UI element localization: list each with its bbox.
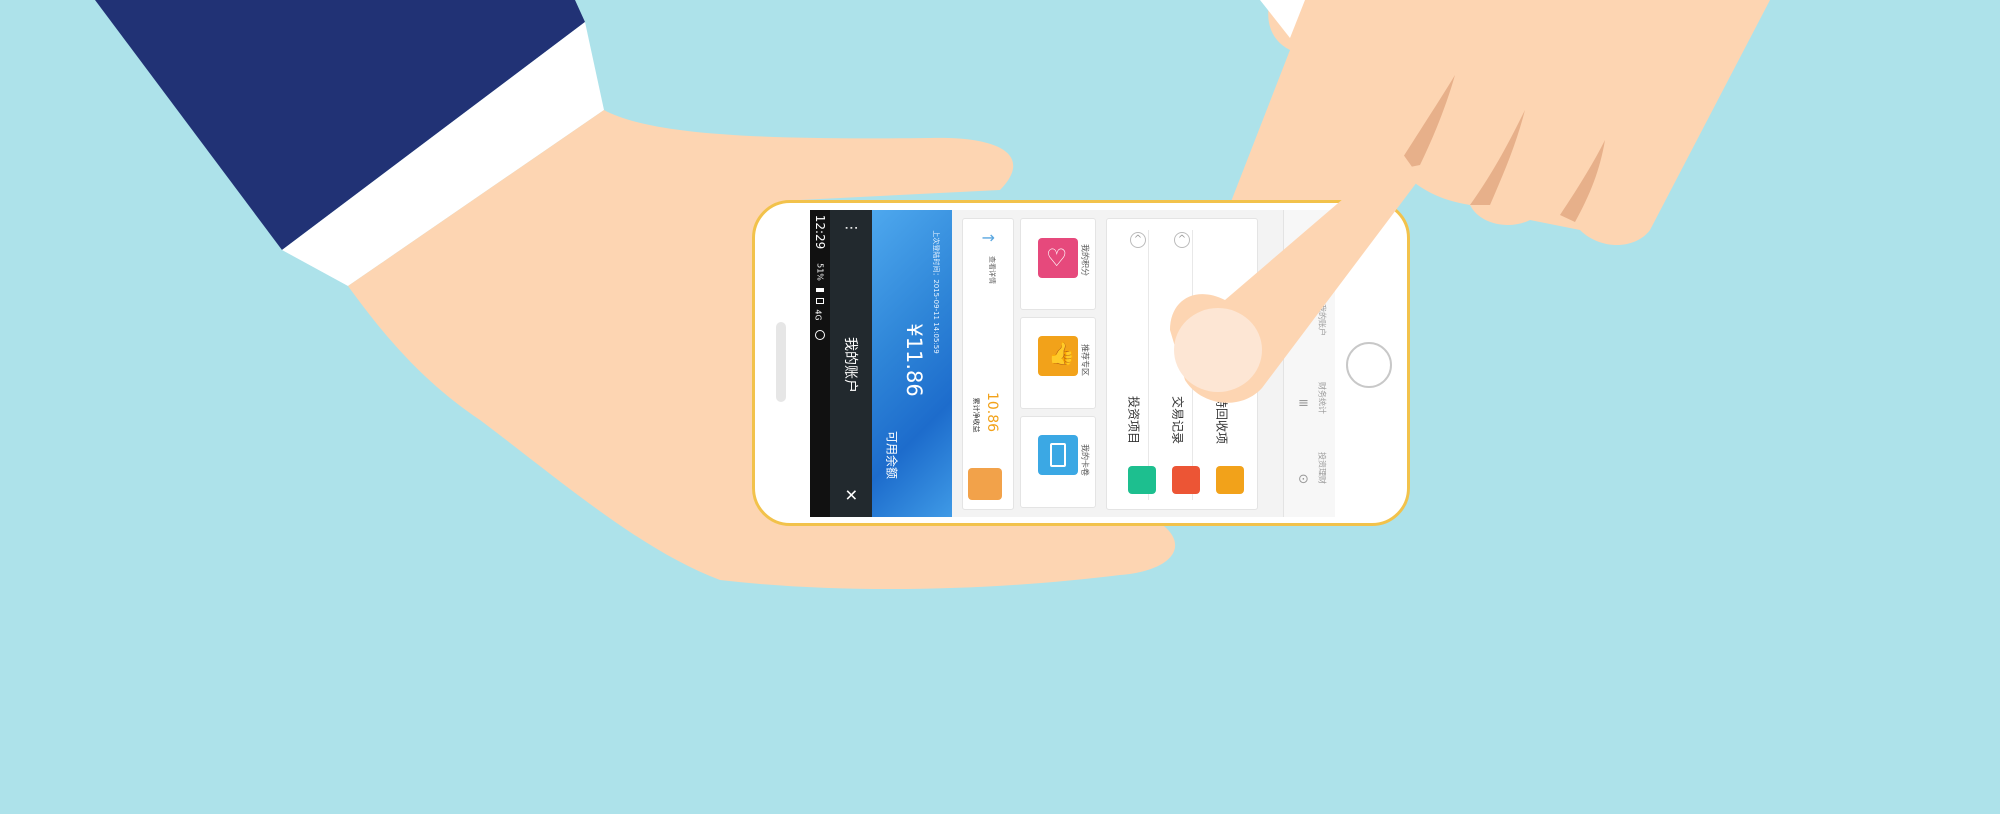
fingernail bbox=[1174, 308, 1262, 392]
illustration-scene: 12:29 51% 4G ⋮ 我的账户 ✕ 可用余额 ¥11.86 上次登陆时间… bbox=[0, 0, 2000, 814]
pointing-finger bbox=[1170, 150, 1420, 403]
